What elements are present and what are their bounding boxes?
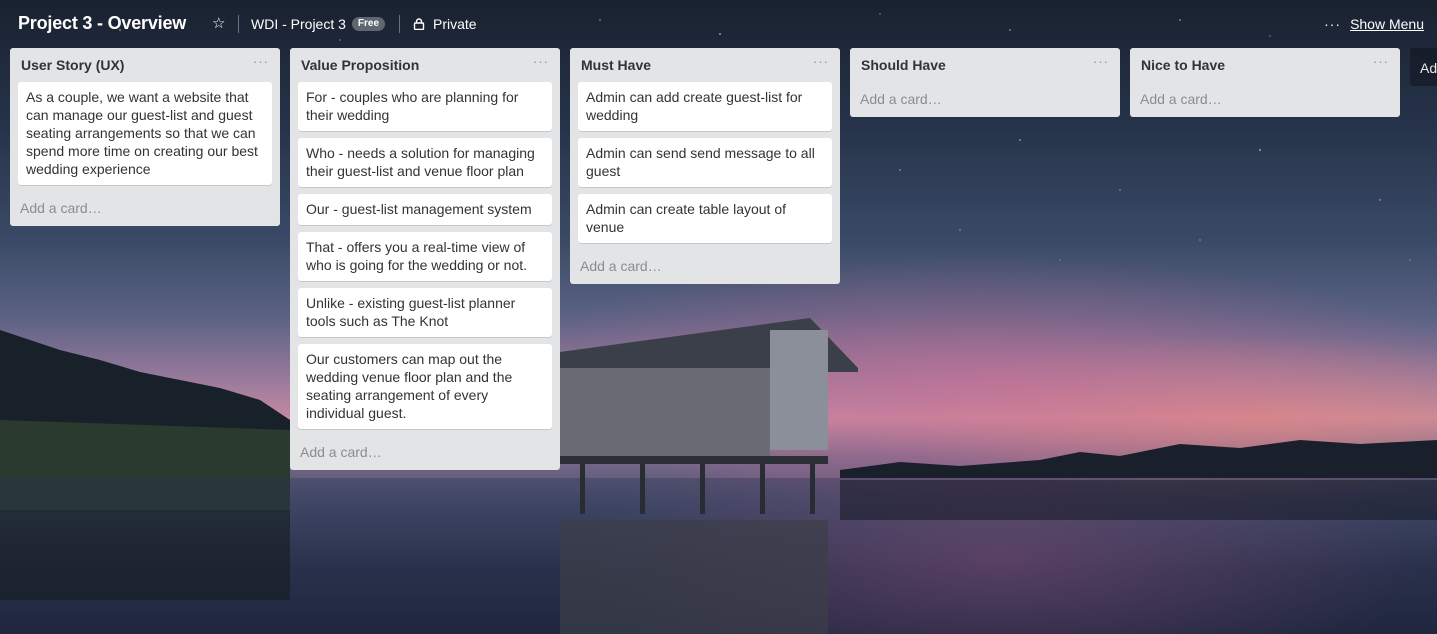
card[interactable]: Admin can send send message to all guest [578, 138, 832, 187]
list-nice-to-have: Nice to Have ··· Add a card… [1130, 48, 1400, 117]
list-menu-icon[interactable]: ··· [533, 54, 549, 69]
card[interactable]: As a couple, we want a website that can … [18, 82, 272, 185]
show-menu: ··· Show Menu [1324, 16, 1424, 32]
list-title[interactable]: Value Proposition [301, 57, 419, 73]
add-list-button[interactable]: Add a list… [1410, 48, 1437, 86]
card[interactable]: Unlike - existing guest-list planner too… [298, 288, 552, 337]
list-title[interactable]: Nice to Have [1141, 57, 1225, 73]
add-card-button[interactable]: Add a card… [10, 192, 280, 226]
header-divider [399, 15, 400, 33]
team-link[interactable]: WDI - Project 3 Free [251, 16, 386, 32]
card[interactable]: For - couples who are planning for their… [298, 82, 552, 131]
list-user-story: User Story (UX) ··· As a couple, we want… [10, 48, 280, 226]
list-must-have: Must Have ··· Admin can add create guest… [570, 48, 840, 284]
add-card-button[interactable]: Add a card… [1130, 80, 1400, 117]
card-container: As a couple, we want a website that can … [10, 80, 280, 185]
header-divider [238, 15, 239, 33]
star-icon[interactable]: ☆ [212, 15, 225, 33]
list-header: Should Have ··· [850, 48, 1120, 80]
add-card-button[interactable]: Add a card… [570, 250, 840, 284]
card[interactable]: Admin can create table layout of venue [578, 194, 832, 243]
list-header: Must Have ··· [570, 48, 840, 80]
list-title[interactable]: Should Have [861, 57, 946, 73]
visibility-label: Private [433, 16, 477, 32]
board-title[interactable]: Project 3 - Overview [18, 13, 186, 34]
card[interactable]: That - offers you a real-time view of wh… [298, 232, 552, 281]
list-menu-icon[interactable]: ··· [813, 54, 829, 69]
card[interactable]: Who - needs a solution for managing thei… [298, 138, 552, 187]
show-menu-link[interactable]: Show Menu [1350, 16, 1424, 32]
card-container: For - couples who are planning for their… [290, 80, 560, 429]
list-title[interactable]: User Story (UX) [21, 57, 124, 73]
list-title[interactable]: Must Have [581, 57, 651, 73]
visibility-button[interactable]: Private [413, 16, 477, 32]
card[interactable]: Our customers can map out the wedding ve… [298, 344, 552, 429]
team-name: WDI - Project 3 [251, 16, 346, 32]
card[interactable]: Our - guest-list management system [298, 194, 552, 225]
board-header: Project 3 - Overview ☆ WDI - Project 3 F… [0, 0, 1437, 48]
list-header: User Story (UX) ··· [10, 48, 280, 80]
free-badge: Free [351, 17, 386, 31]
add-card-button[interactable]: Add a card… [850, 80, 1120, 117]
list-header: Value Proposition ··· [290, 48, 560, 80]
list-menu-icon[interactable]: ··· [1093, 54, 1109, 69]
list-menu-icon[interactable]: ··· [253, 54, 269, 69]
list-should-have: Should Have ··· Add a card… [850, 48, 1120, 117]
list-value-proposition: Value Proposition ··· For - couples who … [290, 48, 560, 470]
card[interactable]: Admin can add create guest-list for wedd… [578, 82, 832, 131]
lock-icon [413, 18, 425, 30]
card-container: Admin can add create guest-list for wedd… [570, 80, 840, 243]
add-card-button[interactable]: Add a card… [290, 436, 560, 470]
more-dots-icon[interactable]: ··· [1324, 16, 1341, 32]
list-header: Nice to Have ··· [1130, 48, 1400, 80]
list-menu-icon[interactable]: ··· [1373, 54, 1389, 69]
